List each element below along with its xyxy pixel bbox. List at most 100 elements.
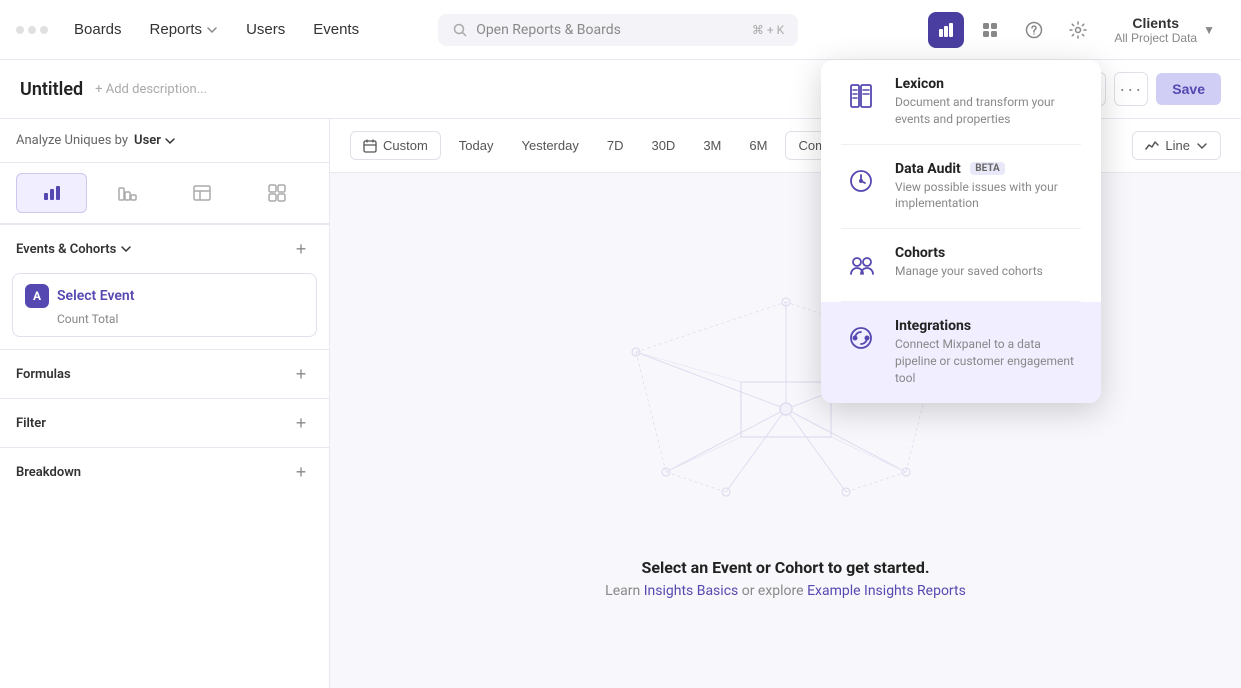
audit-title-text: Data Audit — [895, 161, 961, 177]
bar-chart-icon — [937, 21, 955, 39]
add-description[interactable]: + Add description... — [95, 82, 207, 97]
chevron-down-icon — [120, 243, 132, 255]
save-button[interactable]: Save — [1156, 73, 1221, 105]
custom-label: Custom — [383, 138, 428, 153]
chart-type-bar[interactable] — [16, 173, 87, 213]
client-chevron-icon: ▼ — [1203, 23, 1215, 37]
ellipsis-icon: ··· — [1119, 79, 1143, 100]
integrations-title: Integrations — [895, 318, 1081, 334]
events-cohorts-header: Events & Cohorts + — [0, 225, 329, 273]
analyze-label: Analyze Uniques by — [16, 133, 128, 148]
yesterday-btn[interactable]: Yesterday — [512, 132, 589, 159]
more-options-btn[interactable]: ··· — [1114, 72, 1148, 106]
lexicon-icon — [841, 76, 881, 116]
6m-label: 6M — [749, 138, 767, 153]
cohorts-title: Cohorts — [895, 245, 1043, 261]
bar-chart-icon — [42, 183, 62, 203]
nav-right: Clients All Project Data ▼ — [928, 9, 1225, 51]
breakdown-section: Breakdown + — [0, 447, 329, 496]
formulas-section: Formulas + — [0, 349, 329, 398]
formulas-label: Formulas — [16, 367, 71, 382]
settings-icon-btn[interactable] — [1060, 12, 1096, 48]
scorecard-icon — [267, 183, 287, 203]
insights-basics-link[interactable]: Insights Basics — [644, 583, 739, 599]
search-kbd: ⌘ + K — [752, 23, 784, 37]
chart-empty-title: Select an Event or Cohort to get started… — [605, 558, 966, 577]
menu-item-lexicon[interactable]: Lexicon Document and transform your even… — [821, 60, 1101, 144]
event-avatar: A — [25, 284, 49, 308]
table-icon — [192, 183, 212, 203]
lexicon-title: Lexicon — [895, 76, 1081, 92]
menu-item-integrations[interactable]: Integrations Connect Mixpanel to a data … — [821, 302, 1101, 402]
7d-btn[interactable]: 7D — [597, 132, 634, 159]
event-card-header: A Select Event — [25, 284, 304, 308]
integrations-icon — [841, 318, 881, 358]
apps-dropdown: Lexicon Document and transform your even… — [821, 60, 1101, 403]
search-icon — [452, 22, 468, 38]
nav-reports-label: Reports — [150, 21, 203, 38]
page-title: Untitled — [20, 79, 83, 100]
chart-area: Select an Event or Cohort to get started… — [330, 173, 1241, 688]
lexicon-svg — [847, 82, 875, 110]
client-project: All Project Data — [1114, 31, 1197, 45]
chart-type-table[interactable] — [167, 173, 238, 213]
analyze-value-btn[interactable]: User — [134, 133, 176, 148]
client-name: Clients — [1114, 15, 1197, 31]
nav-users[interactable]: Users — [236, 15, 295, 44]
chart-empty-desc: Learn Insights Basics or explore Example… — [605, 583, 966, 599]
add-filter-button[interactable]: + — [289, 411, 313, 435]
3m-label: 3M — [703, 138, 721, 153]
top-nav: Boards Reports Users Events Open Reports… — [0, 0, 1241, 60]
chart-type-grid[interactable] — [242, 173, 313, 213]
add-event-button[interactable]: + — [289, 237, 313, 261]
chevron-down-icon — [206, 24, 218, 36]
example-reports-link[interactable]: Example Insights Reports — [807, 583, 966, 599]
lexicon-text: Lexicon Document and transform your even… — [895, 76, 1081, 128]
nav-reports[interactable]: Reports — [140, 15, 229, 44]
client-selector[interactable]: Clients All Project Data ▼ — [1104, 9, 1225, 51]
nav-events-label: Events — [313, 21, 359, 38]
nav-boards[interactable]: Boards — [64, 15, 132, 44]
chart-toolbar: Custom Today Yesterday 7D 30D 3M — [330, 119, 1241, 173]
yesterday-label: Yesterday — [522, 138, 579, 153]
chart-type-histogram[interactable] — [91, 173, 162, 213]
calendar-icon — [363, 139, 377, 153]
nav-boards-label: Boards — [74, 21, 122, 38]
grid-icon-btn[interactable] — [972, 12, 1008, 48]
search-placeholder: Open Reports & Boards — [476, 22, 744, 38]
3m-btn[interactable]: 3M — [693, 132, 731, 159]
reports-icon-btn[interactable] — [928, 12, 964, 48]
breakdown-title: Breakdown — [16, 465, 81, 480]
cohorts-desc: Manage your saved cohorts — [895, 263, 1043, 280]
nav-events[interactable]: Events — [303, 15, 369, 44]
line-chart-btn[interactable]: Line — [1132, 131, 1221, 160]
events-cohorts-section: Events & Cohorts + A Select Event Count … — [0, 224, 329, 349]
dot-3 — [40, 26, 48, 34]
integrations-desc: Connect Mixpanel to a data pipeline or c… — [895, 336, 1081, 386]
integrations-svg — [847, 324, 875, 352]
formulas-header: Formulas + — [0, 350, 329, 398]
global-search[interactable]: Open Reports & Boards ⌘ + K — [438, 14, 798, 46]
grid-icon — [981, 21, 999, 39]
event-metric: Count Total — [25, 312, 304, 326]
cohorts-svg — [847, 251, 875, 279]
custom-date-btn[interactable]: Custom — [350, 131, 441, 160]
user-chevron-icon — [164, 135, 176, 147]
breakdown-header: Breakdown + — [0, 448, 329, 496]
breakdown-label: Breakdown — [16, 465, 81, 480]
help-icon-btn[interactable] — [1016, 12, 1052, 48]
today-btn[interactable]: Today — [449, 132, 504, 159]
today-label: Today — [459, 138, 494, 153]
menu-item-cohorts[interactable]: Cohorts Manage your saved cohorts — [821, 229, 1101, 301]
beta-badge: BETA — [970, 162, 1005, 175]
menu-item-data-audit[interactable]: Data Audit BETA View possible issues wit… — [821, 145, 1101, 229]
30d-btn[interactable]: 30D — [641, 132, 685, 159]
analyze-value-text: User — [134, 133, 161, 148]
add-breakdown-button[interactable]: + — [289, 460, 313, 484]
add-formula-button[interactable]: + — [289, 362, 313, 386]
event-name[interactable]: Select Event — [57, 288, 134, 304]
6m-btn[interactable]: 6M — [739, 132, 777, 159]
chart-or-text: or explore — [738, 583, 807, 599]
30d-label: 30D — [651, 138, 675, 153]
events-cohorts-title[interactable]: Events & Cohorts — [16, 242, 132, 257]
